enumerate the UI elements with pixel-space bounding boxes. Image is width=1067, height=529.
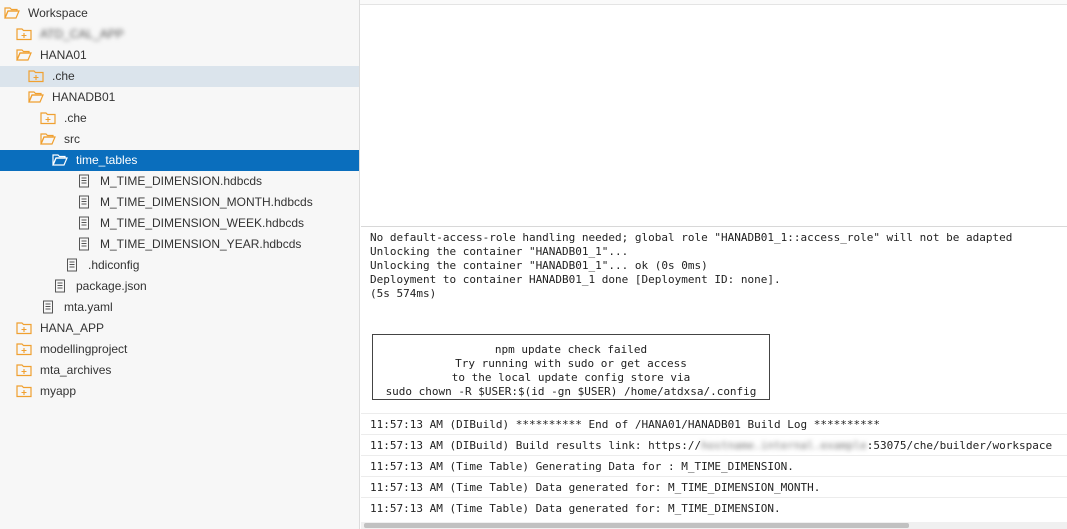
file-icon bbox=[64, 258, 80, 272]
divider bbox=[361, 497, 1067, 498]
tree-folder-item[interactable]: time_tables bbox=[0, 150, 359, 171]
tree-file-item[interactable]: .hdiconfig bbox=[0, 255, 359, 276]
tree-file-item[interactable]: M_TIME_DIMENSION_MONTH.hdbcds bbox=[0, 192, 359, 213]
tree-item-label: time_tables bbox=[76, 153, 138, 167]
file-icon bbox=[40, 300, 56, 314]
divider bbox=[361, 476, 1067, 477]
build-link-prefix: 11:57:13 AM (DIBuild) Build results link… bbox=[370, 439, 702, 452]
log-line: Deployment to container HANADB01_1 done … bbox=[370, 273, 781, 286]
folder-add-icon bbox=[16, 321, 32, 335]
tree-folder-item[interactable]: HANADB01 bbox=[0, 87, 359, 108]
npm-box-line: sudo chown -R $USER:$(id -gn $USER) /hom… bbox=[385, 385, 757, 398]
tree-item-label: modellingproject bbox=[40, 342, 128, 356]
tree-item-label: src bbox=[64, 132, 80, 146]
folder-open-icon bbox=[40, 132, 56, 146]
folder-open-icon bbox=[16, 48, 32, 62]
tree-item-label: M_TIME_DIMENSION_MONTH.hdbcds bbox=[100, 195, 313, 209]
tree-folder-item[interactable]: ATD_CAL_APP bbox=[0, 24, 359, 45]
divider bbox=[361, 434, 1067, 435]
console-horizontal-scrollbar[interactable] bbox=[361, 522, 1067, 529]
npm-update-box: npm update check failed Try running with… bbox=[372, 334, 770, 400]
log-line: (5s 574ms) bbox=[370, 287, 437, 300]
folder-add-icon bbox=[40, 111, 56, 125]
tree-item-label: mta.yaml bbox=[64, 300, 113, 314]
tree-folder-item[interactable]: .che bbox=[0, 108, 359, 129]
log-line: Unlocking the container "HANADB01_1"... … bbox=[370, 259, 708, 272]
redacted-hostname: hostname.internal.example bbox=[701, 439, 867, 452]
tree-folder-item[interactable]: src bbox=[0, 129, 359, 150]
build-log-line: 11:57:13 AM (DIBuild) ********** End of … bbox=[370, 418, 880, 431]
tree-folder-item[interactable]: Workspace bbox=[0, 3, 359, 24]
time-table-line: 11:57:13 AM (Time Table) Data generated … bbox=[370, 502, 781, 515]
folder-add-icon bbox=[28, 69, 44, 83]
tree-file-item[interactable]: M_TIME_DIMENSION.hdbcds bbox=[0, 171, 359, 192]
tree-folder-item[interactable]: HANA01 bbox=[0, 45, 359, 66]
file-icon bbox=[76, 174, 92, 188]
folder-add-icon bbox=[16, 384, 32, 398]
workspace-tree: Workspace ATD_CAL_APP HANA01 .che HANADB01 .c… bbox=[0, 0, 360, 529]
divider bbox=[361, 413, 1067, 414]
tree-item-label: M_TIME_DIMENSION_YEAR.hdbcds bbox=[100, 237, 302, 251]
npm-box-line: Try running with sudo or get access bbox=[455, 357, 687, 370]
tree-item-label: .hdiconfig bbox=[88, 258, 140, 272]
build-link-suffix: :53075/che/builder/workspace bbox=[866, 439, 1053, 452]
folder-open-icon bbox=[28, 90, 44, 104]
folder-add-icon bbox=[16, 27, 32, 41]
folder-open-icon bbox=[52, 153, 68, 167]
divider bbox=[361, 455, 1067, 456]
editor-top-bar bbox=[360, 0, 1067, 5]
tree-item-label: HANA01 bbox=[40, 48, 87, 62]
npm-box-line: npm update check failed bbox=[494, 343, 648, 356]
folder-add-icon bbox=[16, 363, 32, 377]
build-results-link-line: 11:57:13 AM (DIBuild) Build results link… bbox=[370, 439, 1052, 453]
tree-item-label: Workspace bbox=[28, 6, 88, 20]
folder-add-icon bbox=[16, 342, 32, 356]
tree-item-label: M_TIME_DIMENSION.hdbcds bbox=[100, 174, 263, 188]
tree-file-item[interactable]: mta.yaml bbox=[0, 297, 359, 318]
tree-folder-item[interactable]: .che bbox=[0, 66, 359, 87]
file-icon bbox=[76, 237, 92, 251]
tree-folder-item[interactable]: myapp bbox=[0, 381, 359, 402]
tree-item-label: myapp bbox=[40, 384, 77, 398]
tree-file-item[interactable]: package.json bbox=[0, 276, 359, 297]
tree-file-item[interactable]: M_TIME_DIMENSION_WEEK.hdbcds bbox=[0, 213, 359, 234]
tree-item-label: .che bbox=[64, 111, 87, 125]
log-line: Unlocking the container "HANADB01_1"... bbox=[370, 245, 629, 258]
log-line: No default-access-role handling needed; … bbox=[370, 231, 1013, 244]
tree-item-label: ATD_CAL_APP bbox=[40, 27, 124, 41]
tree-item-label: HANADB01 bbox=[52, 90, 116, 104]
tree-item-label: mta_archives bbox=[40, 363, 112, 377]
file-icon bbox=[52, 279, 68, 293]
file-icon bbox=[76, 195, 92, 209]
tree-folder-item[interactable]: modellingproject bbox=[0, 339, 359, 360]
npm-box-line: to the local update config store via bbox=[451, 371, 691, 384]
time-table-line: 11:57:13 AM (Time Table) Data generated … bbox=[370, 481, 821, 494]
tree-item-label: .che bbox=[52, 69, 75, 83]
tree-item-label: HANA_APP bbox=[40, 321, 105, 335]
tree-item-label: package.json bbox=[76, 279, 147, 293]
tree-folder-item[interactable]: mta_archives bbox=[0, 360, 359, 381]
time-table-line: 11:57:13 AM (Time Table) Generating Data… bbox=[370, 460, 794, 473]
tree-folder-item[interactable]: HANA_APP bbox=[0, 318, 359, 339]
console-panel: No default-access-role handling needed; … bbox=[361, 226, 1067, 523]
file-icon bbox=[76, 216, 92, 230]
tree-file-item[interactable]: M_TIME_DIMENSION_YEAR.hdbcds bbox=[0, 234, 359, 255]
tree-item-label: M_TIME_DIMENSION_WEEK.hdbcds bbox=[100, 216, 305, 230]
folder-open-icon bbox=[4, 6, 20, 20]
scrollbar-thumb[interactable] bbox=[364, 523, 909, 528]
